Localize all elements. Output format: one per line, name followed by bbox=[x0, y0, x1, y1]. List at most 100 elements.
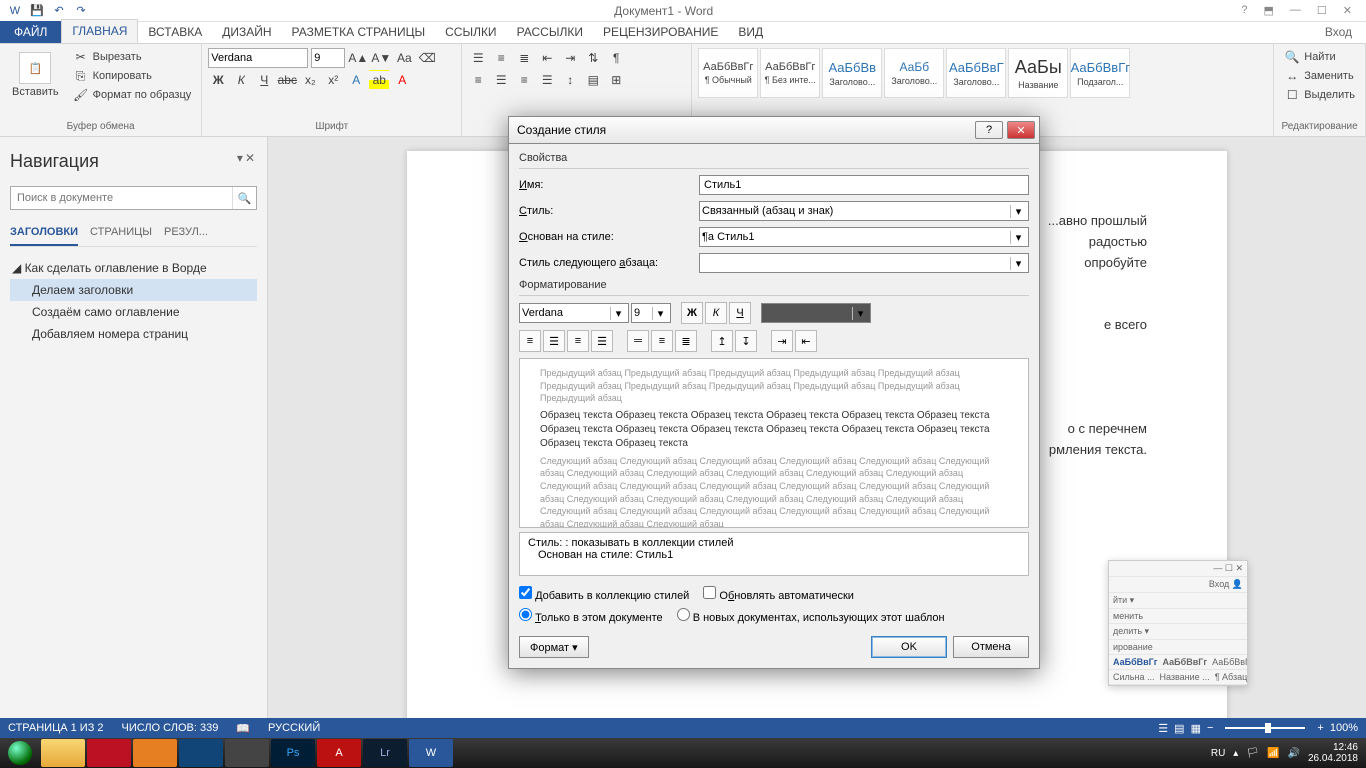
format-button[interactable]: Формат ▾ bbox=[519, 636, 589, 658]
nav-close-icon[interactable]: ✕ bbox=[245, 151, 255, 165]
display-options-icon[interactable]: ⬒ bbox=[1260, 4, 1278, 17]
view-read-icon[interactable]: ☰ bbox=[1158, 722, 1168, 735]
paste-button[interactable]: 📋 Вставить bbox=[6, 48, 65, 104]
dlg-space-before-inc[interactable]: ↥ bbox=[711, 330, 733, 352]
tray-network-icon[interactable]: 📶 bbox=[1267, 748, 1279, 759]
cancel-button[interactable]: Отмена bbox=[953, 636, 1029, 658]
maximize-icon[interactable]: ☐ bbox=[1313, 4, 1331, 17]
strike-button[interactable]: abc bbox=[277, 70, 297, 90]
dlg-color-combo[interactable]: ▾ bbox=[761, 303, 871, 323]
next-style-select[interactable]: ▾ bbox=[699, 253, 1029, 273]
view-web-icon[interactable]: ▦ bbox=[1191, 722, 1201, 735]
tray-up-icon[interactable]: ▴ bbox=[1233, 748, 1238, 759]
style-gallery-item[interactable]: АаБбВвЗаголово... bbox=[822, 48, 882, 98]
dlg-spacing-1[interactable]: ═ bbox=[627, 330, 649, 352]
sort-icon[interactable]: ⇅ bbox=[583, 48, 603, 68]
taskbar-lightroom[interactable]: Lr bbox=[363, 739, 407, 767]
dialog-help-icon[interactable]: ? bbox=[975, 121, 1003, 139]
copy-button[interactable]: ⎘Копировать bbox=[69, 67, 196, 85]
tab-view[interactable]: ВИД bbox=[728, 21, 773, 43]
tab-references[interactable]: ССЫЛКИ bbox=[435, 21, 506, 43]
dlg-size-combo[interactable]: 9▾ bbox=[631, 303, 671, 323]
multilevel-icon[interactable]: ≣ bbox=[514, 48, 534, 68]
replace-button[interactable]: ↔Заменить bbox=[1280, 67, 1359, 85]
tab-insert[interactable]: ВСТАВКА bbox=[138, 21, 212, 43]
dlg-underline-button[interactable]: Ч bbox=[729, 302, 751, 324]
subscript-button[interactable]: x₂ bbox=[300, 70, 320, 90]
find-button[interactable]: 🔍Найти bbox=[1280, 48, 1359, 66]
format-painter-button[interactable]: 🖌Формат по образцу bbox=[69, 86, 196, 104]
tray-flag-icon[interactable]: 🏳 bbox=[1246, 748, 1259, 759]
zoom-in-icon[interactable]: + bbox=[1317, 722, 1323, 734]
dlg-align-center[interactable]: ☰ bbox=[543, 330, 565, 352]
dlg-align-left[interactable]: ≡ bbox=[519, 330, 541, 352]
bullets-icon[interactable]: ☰ bbox=[468, 48, 488, 68]
tray-volume-icon[interactable]: 🔊 bbox=[1287, 748, 1299, 759]
nav-heading-2[interactable]: Создаём само оглавление bbox=[10, 301, 257, 323]
search-icon[interactable]: 🔍 bbox=[232, 187, 256, 209]
status-language[interactable]: РУССКИЙ bbox=[268, 722, 320, 734]
taskbar-word[interactable]: W bbox=[409, 739, 453, 767]
rd-this-doc[interactable]: Только в этом документе bbox=[519, 608, 663, 624]
taskbar-mediaplayer[interactable] bbox=[133, 739, 177, 767]
increase-indent-icon[interactable]: ⇥ bbox=[560, 48, 580, 68]
show-marks-icon[interactable]: ¶ bbox=[606, 48, 626, 68]
numbering-icon[interactable]: ≡ bbox=[491, 48, 511, 68]
cut-button[interactable]: ✂Вырезать bbox=[69, 48, 196, 66]
zoom-slider[interactable] bbox=[1225, 727, 1305, 729]
tab-file[interactable]: ФАЙЛ bbox=[0, 21, 61, 43]
close-icon[interactable]: ✕ bbox=[1339, 4, 1356, 17]
status-proof-icon[interactable]: 📖 bbox=[236, 722, 250, 735]
line-spacing-icon[interactable]: ↕ bbox=[560, 70, 580, 90]
nav-search-input[interactable] bbox=[11, 187, 232, 209]
align-left-icon[interactable]: ≡ bbox=[468, 70, 488, 90]
tab-review[interactable]: РЕЦЕНЗИРОВАНИЕ bbox=[593, 21, 728, 43]
chk-add-gallery[interactable]: Добавить в коллекцию стилей bbox=[519, 586, 689, 602]
select-button[interactable]: ☐Выделить bbox=[1280, 86, 1359, 104]
redo-icon[interactable]: ↷ bbox=[72, 2, 90, 20]
ok-button[interactable]: OK bbox=[871, 636, 947, 658]
align-center-icon[interactable]: ☰ bbox=[491, 70, 511, 90]
taskbar-app1[interactable] bbox=[179, 739, 223, 767]
font-color-icon[interactable]: A bbox=[392, 70, 412, 90]
chk-auto-update[interactable]: Обновлять автоматически bbox=[703, 586, 854, 602]
nav-heading-1[interactable]: Делаем заголовки bbox=[10, 279, 257, 301]
nav-heading-3[interactable]: Добавляем номера страниц bbox=[10, 323, 257, 345]
tab-home[interactable]: ГЛАВНАЯ bbox=[61, 19, 138, 43]
justify-icon[interactable]: ☰ bbox=[537, 70, 557, 90]
tab-design[interactable]: ДИЗАЙН bbox=[212, 21, 281, 43]
taskbar-opera[interactable] bbox=[87, 739, 131, 767]
change-case-icon[interactable]: Aa bbox=[394, 48, 414, 68]
style-name-input[interactable] bbox=[699, 175, 1029, 195]
align-right-icon[interactable]: ≡ bbox=[514, 70, 534, 90]
font-name-combo[interactable]: Verdana bbox=[208, 48, 308, 68]
dlg-justify[interactable]: ☰ bbox=[591, 330, 613, 352]
style-gallery-item[interactable]: АаБбВвГгПодзагол... bbox=[1070, 48, 1130, 98]
style-gallery-item[interactable]: АаБбЗаголово... bbox=[884, 48, 944, 98]
tab-layout[interactable]: РАЗМЕТКА СТРАНИЦЫ bbox=[282, 21, 436, 43]
help-icon[interactable]: ? bbox=[1237, 4, 1251, 17]
dialog-titlebar[interactable]: Создание стиля ? ✕ bbox=[508, 116, 1040, 144]
superscript-button[interactable]: x² bbox=[323, 70, 343, 90]
style-gallery-item[interactable]: АаБбВвГг¶ Обычный bbox=[698, 48, 758, 98]
login-link[interactable]: Вход bbox=[1311, 21, 1366, 43]
status-words[interactable]: ЧИСЛО СЛОВ: 339 bbox=[122, 722, 219, 734]
dlg-space-before-dec[interactable]: ↧ bbox=[735, 330, 757, 352]
tray-lang[interactable]: RU bbox=[1211, 748, 1225, 759]
bold-button[interactable]: Ж bbox=[208, 70, 228, 90]
font-size-combo[interactable]: 9 bbox=[311, 48, 345, 68]
dlg-spacing-15[interactable]: ≡ bbox=[651, 330, 673, 352]
nav-tab-pages[interactable]: СТРАНИЦЫ bbox=[90, 226, 152, 246]
zoom-out-icon[interactable]: − bbox=[1207, 722, 1213, 734]
view-print-icon[interactable]: ▤ bbox=[1174, 722, 1184, 735]
nav-tab-headings[interactable]: ЗАГОЛОВКИ bbox=[10, 226, 78, 246]
style-gallery-item[interactable]: АаБбВвГЗаголово... bbox=[946, 48, 1006, 98]
taskbar-photoshop[interactable]: Ps bbox=[271, 739, 315, 767]
mini-login[interactable]: Вход 👤 bbox=[1109, 577, 1247, 593]
decrease-font-icon[interactable]: A▼ bbox=[371, 48, 391, 68]
tab-mailings[interactable]: РАССЫЛКИ bbox=[507, 21, 593, 43]
based-on-select[interactable]: ¶a Стиль1▾ bbox=[699, 227, 1029, 247]
nav-heading-root[interactable]: ◢ Как сделать оглавление в Ворде bbox=[10, 257, 257, 279]
dlg-indent-dec[interactable]: ⇤ bbox=[795, 330, 817, 352]
taskbar-explorer[interactable] bbox=[41, 739, 85, 767]
